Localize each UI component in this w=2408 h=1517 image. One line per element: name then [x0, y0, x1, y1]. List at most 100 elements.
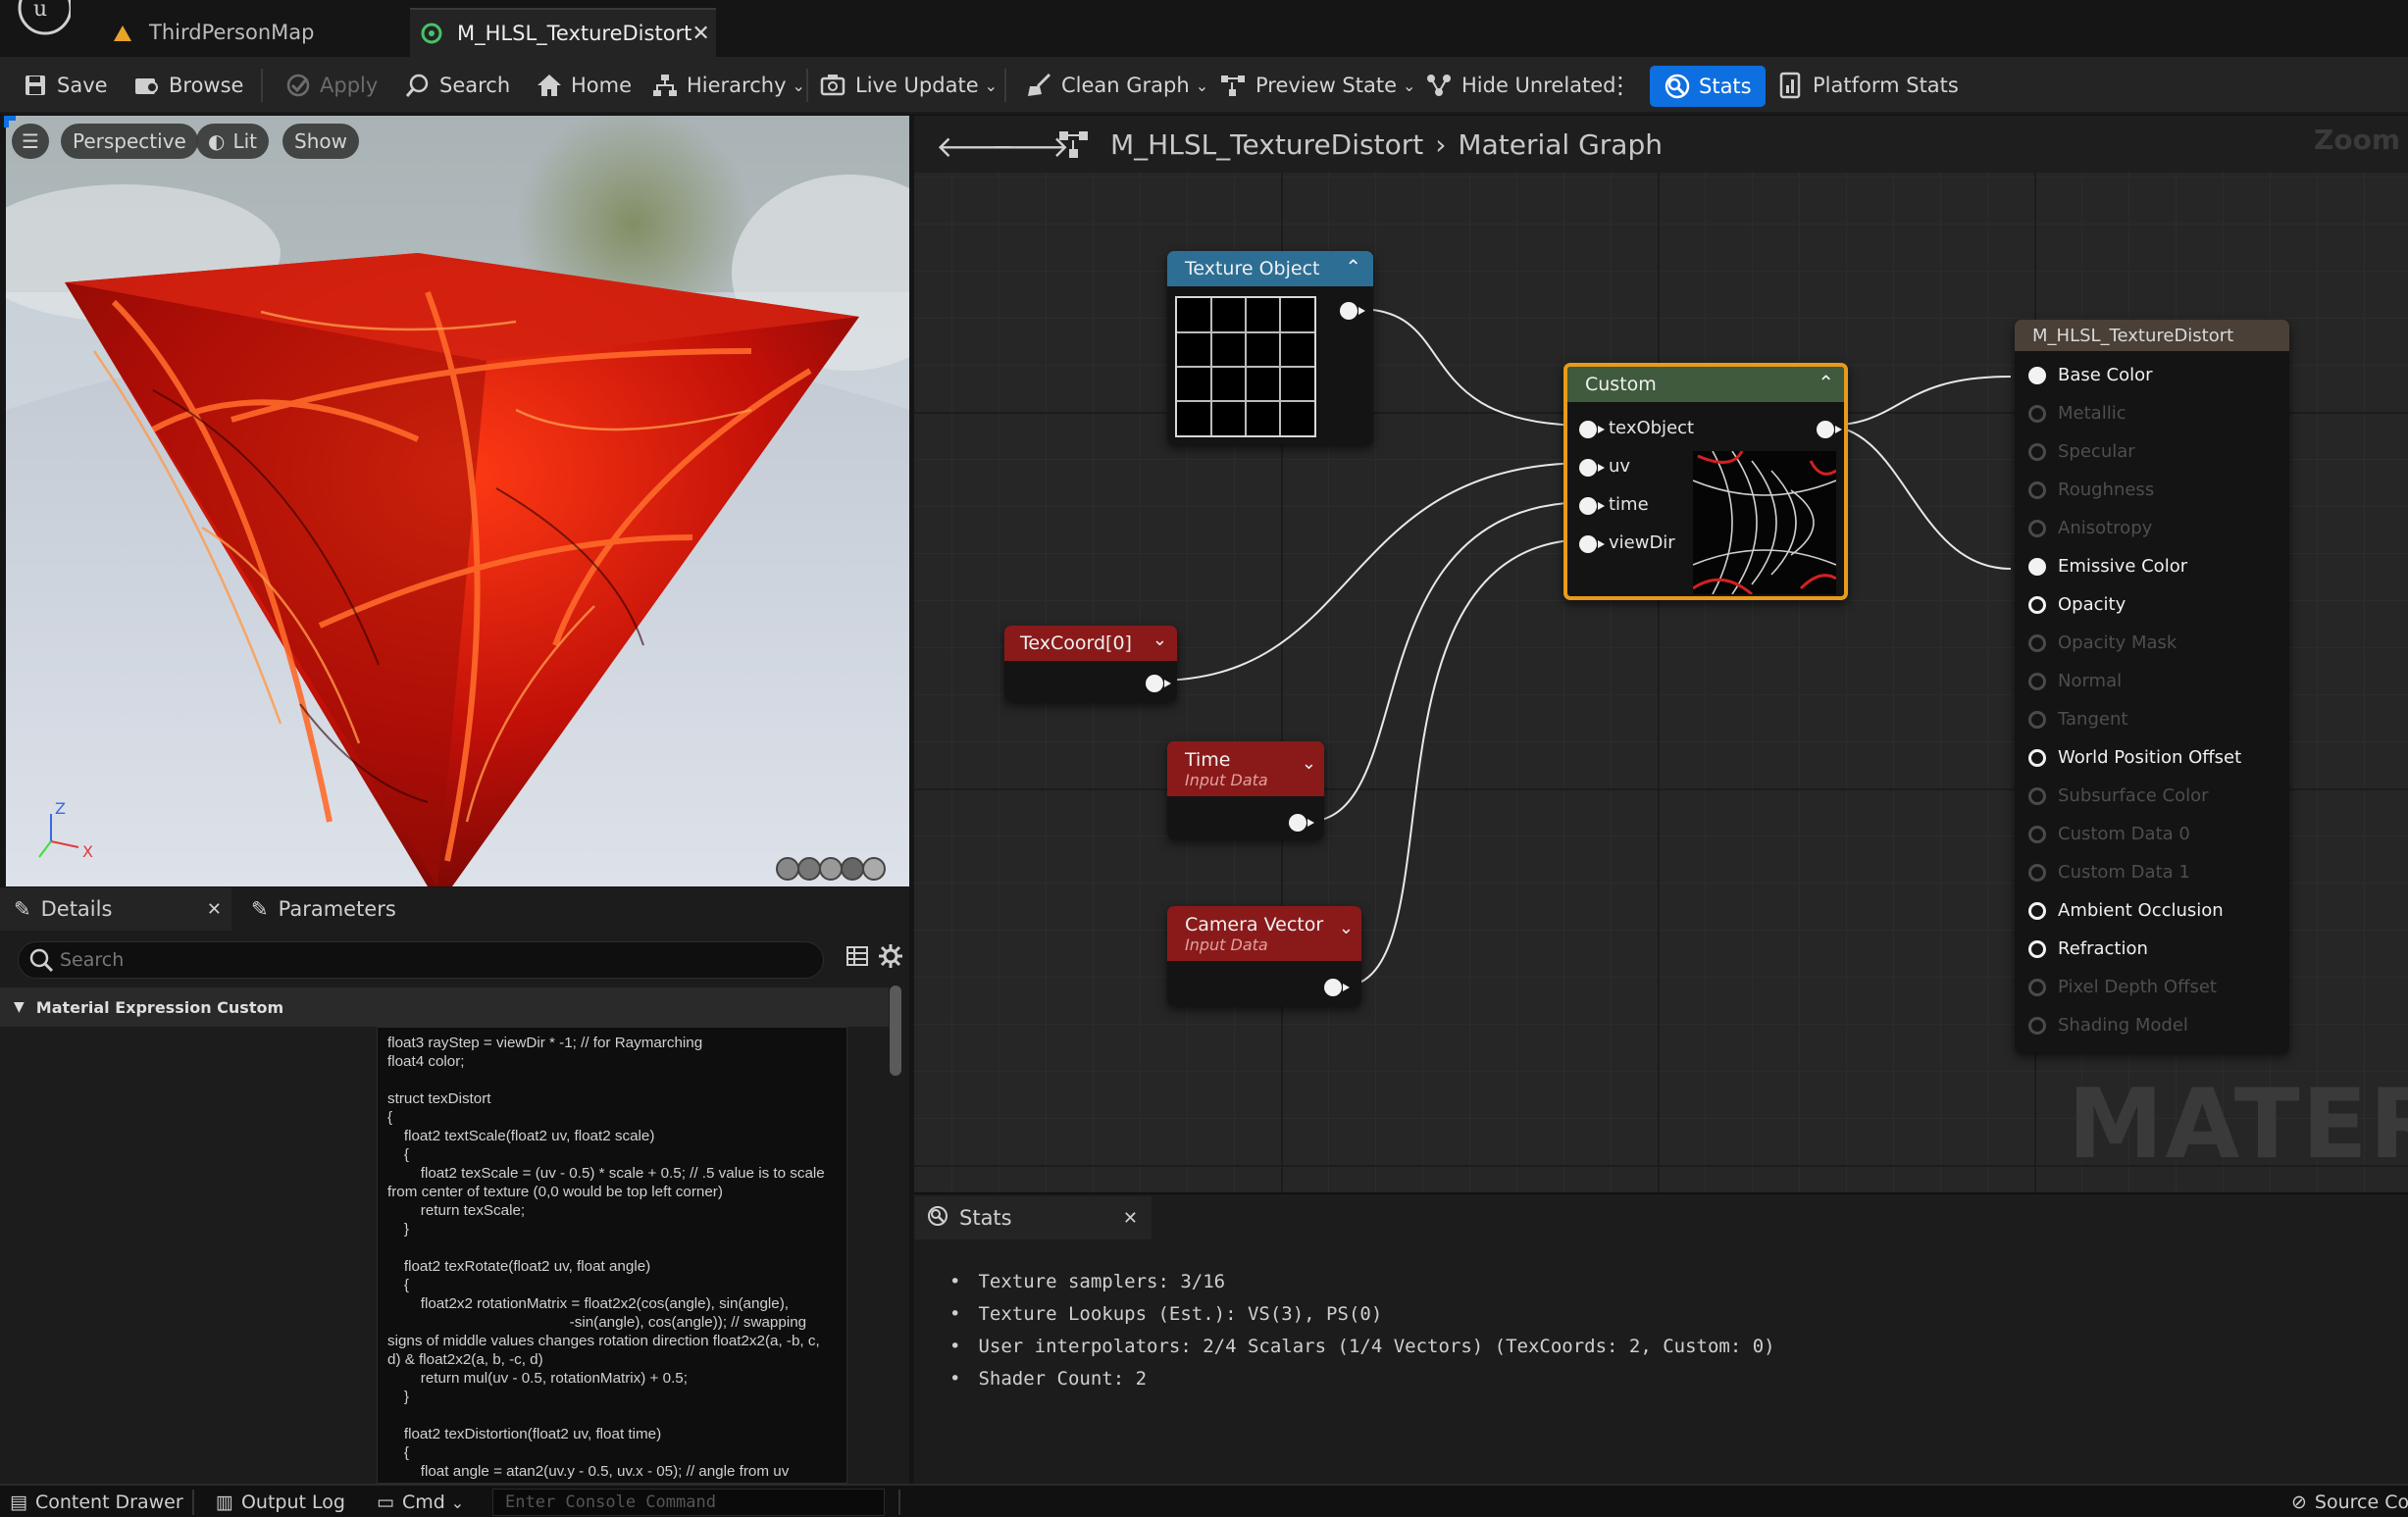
- close-icon[interactable]: ✕: [1123, 1208, 1138, 1229]
- input-pin-viewdir[interactable]: [1579, 535, 1605, 553]
- hierarchy-icon: [651, 72, 679, 99]
- output-input-pin[interactable]: [2028, 787, 2046, 805]
- platform-stats-button[interactable]: Platform Stats: [1777, 57, 1959, 114]
- output-input-pin[interactable]: [2028, 443, 2046, 461]
- node-header: TexCoord[0] ⌄: [1004, 626, 1177, 661]
- stats-panel: Stats ✕ Texture samplers: 3/16 Texture L…: [914, 1192, 2408, 1484]
- close-icon[interactable]: ✕: [207, 899, 222, 920]
- tab-parameters[interactable]: ✎ Parameters: [247, 887, 396, 931]
- output-input-pin[interactable]: [2028, 634, 2046, 652]
- output-input-pin[interactable]: [2028, 673, 2046, 690]
- live-update-label: Live Update: [855, 74, 979, 97]
- search-icon: [404, 72, 432, 99]
- source-control-button[interactable]: ⊘ Source Co: [2291, 1486, 2408, 1517]
- search-icon: [28, 946, 56, 979]
- close-icon[interactable]: ✕: [692, 22, 709, 46]
- tab-stats[interactable]: Stats ✕: [914, 1196, 1152, 1239]
- chevron-down-icon: ⌄: [1195, 76, 1209, 95]
- tab-details[interactable]: ✎ Details ✕: [0, 887, 231, 931]
- search-button[interactable]: Search: [404, 57, 510, 114]
- output-pin[interactable]: [1340, 302, 1365, 320]
- input-pin-uv[interactable]: [1579, 459, 1605, 477]
- console-input[interactable]: Enter Console Command: [492, 1489, 885, 1516]
- chevron-down-icon[interactable]: ⌄: [1302, 753, 1316, 774]
- tab-thirdpersonmap[interactable]: ThirdPersonMap: [98, 8, 402, 57]
- output-input-pin[interactable]: [2028, 1017, 2046, 1035]
- live-update-button[interactable]: Live Update ⌄: [820, 57, 998, 114]
- tab-material[interactable]: M_HLSL_TextureDistort ✕: [410, 8, 716, 57]
- output-input-pin[interactable]: [2028, 405, 2046, 423]
- perspective-button[interactable]: Perspective: [61, 124, 198, 159]
- hide-unrelated-button[interactable]: Hide Unrelated: [1426, 57, 1616, 114]
- chevron-down-icon: ⌄: [450, 1492, 465, 1512]
- output-log-label: Output Log: [240, 1492, 345, 1513]
- output-pin[interactable]: [1324, 979, 1350, 996]
- viewport-menu-button[interactable]: ☰: [12, 124, 49, 159]
- output-input-pin[interactable]: [2028, 902, 2046, 920]
- chevron-up-icon[interactable]: ⌃: [1345, 255, 1361, 278]
- console-placeholder: Enter Console Command: [505, 1492, 716, 1512]
- hide-unrelated-icon: [1426, 72, 1454, 99]
- details-panel: ✎ Details ✕ ✎ Parameters Search ▼ Materi…: [0, 887, 909, 1484]
- apply-button[interactable]: Apply: [284, 57, 378, 114]
- preview-viewport[interactable]: Z X ☰ Perspective ◐ Lit Show: [6, 116, 909, 886]
- stats-button[interactable]: Stats: [1650, 66, 1766, 107]
- output-pin-label: Refraction: [2058, 938, 2148, 959]
- cmd-dropdown[interactable]: ▭ Cmd ⌄: [377, 1486, 464, 1517]
- lit-button[interactable]: ◐ Lit: [196, 124, 269, 159]
- triangle-down-icon: ▼: [14, 999, 25, 1015]
- node-camera-vector[interactable]: Camera Vector Input Data ⌄: [1167, 906, 1361, 1006]
- table-view-icon[interactable]: [845, 944, 869, 972]
- input-pin-texobject[interactable]: [1579, 421, 1605, 438]
- output-input-pin[interactable]: [2028, 749, 2046, 767]
- material-graph[interactable]: 🡐 🡒 M_HLSL_TextureDistort › Material Gra…: [914, 116, 2408, 1192]
- node-title: Camera Vector: [1185, 913, 1324, 935]
- save-button[interactable]: Save: [22, 57, 108, 114]
- output-input-pin[interactable]: [2028, 711, 2046, 729]
- node-custom[interactable]: Custom ⌃ texObject uv time viewDir: [1563, 363, 1848, 600]
- node-header: Time Input Data ⌄: [1167, 741, 1324, 796]
- node-material-output[interactable]: M_HLSL_TextureDistort Base Color Metallic…: [2015, 320, 2289, 1053]
- code-textarea[interactable]: float3 rayStep = viewDir * -1; // for Ra…: [377, 1027, 847, 1484]
- platform-stats-icon: [1777, 72, 1805, 99]
- gear-icon[interactable]: [877, 942, 904, 974]
- show-button[interactable]: Show: [282, 124, 359, 159]
- output-input-pin[interactable]: [2028, 940, 2046, 958]
- output-input-pin[interactable]: [2028, 558, 2046, 576]
- preview-state-button[interactable]: Preview State ⌄: [1220, 57, 1415, 114]
- unreal-logo[interactable]: u: [6, 0, 73, 39]
- viewport-focus-corner: [4, 116, 16, 127]
- node-time[interactable]: Time Input Data ⌄: [1167, 741, 1324, 839]
- node-texcoord[interactable]: TexCoord[0] ⌄: [1004, 626, 1177, 702]
- svg-text:u: u: [33, 0, 47, 22]
- pencil-icon: ✎: [14, 897, 31, 921]
- more-options-icon[interactable]: ⋮: [1609, 57, 1632, 114]
- chevron-up-icon[interactable]: ⌃: [1818, 371, 1834, 394]
- output-pin[interactable]: [1817, 421, 1842, 438]
- output-input-pin[interactable]: [2028, 367, 2046, 384]
- section-header-custom[interactable]: ▼ Material Expression Custom: [0, 987, 889, 1027]
- output-input-pin[interactable]: [2028, 979, 2046, 996]
- output-input-pin[interactable]: [2028, 596, 2046, 614]
- output-input-pin[interactable]: [2028, 864, 2046, 882]
- clean-graph-button[interactable]: Clean Graph ⌄: [1026, 57, 1208, 114]
- output-pin[interactable]: [1289, 814, 1314, 832]
- output-input-pin[interactable]: [2028, 826, 2046, 843]
- browse-button[interactable]: Browse: [133, 57, 243, 114]
- stats-icon: [1664, 73, 1691, 100]
- pencil-icon: ✎: [251, 897, 269, 921]
- details-search-input[interactable]: Search: [18, 941, 824, 979]
- input-pin-time[interactable]: [1579, 497, 1605, 515]
- chevron-down-icon[interactable]: ⌄: [1153, 630, 1167, 650]
- home-button[interactable]: Home: [536, 57, 632, 114]
- details-scrollbar[interactable]: [890, 986, 901, 1076]
- hierarchy-button[interactable]: Hierarchy ⌄: [651, 57, 805, 114]
- output-input-pin[interactable]: [2028, 520, 2046, 537]
- content-drawer-button[interactable]: ▤ Content Drawer: [10, 1486, 183, 1517]
- output-pin[interactable]: [1146, 675, 1171, 692]
- output-log-button[interactable]: ▥ Output Log: [216, 1486, 345, 1517]
- chevron-down-icon[interactable]: ⌄: [1339, 918, 1354, 938]
- output-input-pin[interactable]: [2028, 481, 2046, 499]
- node-texture-object[interactable]: Texture Object ⌃: [1167, 251, 1373, 445]
- node-header: Texture Object ⌃: [1167, 251, 1373, 286]
